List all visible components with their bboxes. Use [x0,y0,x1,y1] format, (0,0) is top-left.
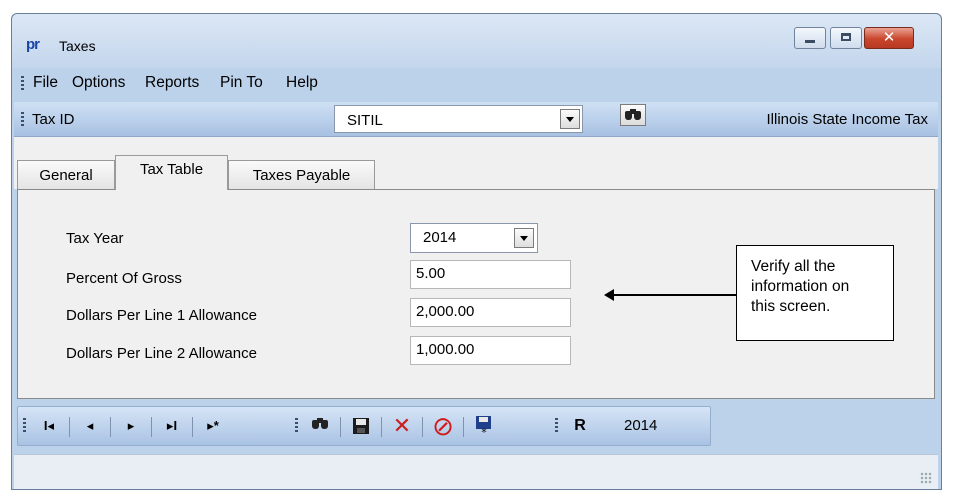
menu-file[interactable]: File [33,74,58,92]
next-record-button[interactable]: ▸ [117,413,145,439]
percent-of-gross-label: Percent Of Gross [66,270,182,287]
tax-id-grip-icon[interactable] [21,112,24,128]
tax-id-select[interactable]: SITIL [334,105,583,133]
resize-grip-icon[interactable] [920,472,932,484]
toolbar-divider [340,417,341,437]
tax-year-select[interactable]: 2014 [410,223,538,253]
binoculars-icon [625,109,641,121]
report-button[interactable]: R [566,413,594,439]
record-toolbar: I◂ ◂ ▸ ▸I ▸* ✕ ⊘ * R 2014 [17,406,711,446]
callout-note: Verify all the information on this scree… [736,245,894,341]
menu-help[interactable]: Help [286,74,318,92]
chevron-down-icon [566,117,574,122]
percent-of-gross-field[interactable]: 5.00 [410,260,571,289]
minimize-button[interactable] [794,27,826,49]
taxes-window: pr Taxes ✕ File Options Reports Pin To H… [11,13,942,490]
tab-tax-table[interactable]: Tax Table [115,155,228,190]
previous-record-button[interactable]: ◂ [76,413,104,439]
binoculars-icon [312,418,328,430]
toolbar-grip-icon[interactable] [555,418,558,434]
menu-bar: File Options Reports Pin To Help [12,69,941,98]
first-record-button[interactable]: I◂ [35,413,63,439]
tab-taxes-payable[interactable]: Taxes Payable [228,160,375,189]
toolbar-grip-icon[interactable] [23,418,26,434]
save-new-icon: * [476,416,491,439]
toolbar-divider [381,417,382,437]
find-button[interactable] [306,413,334,439]
tax-id-description: Illinois State Income Tax [766,111,928,128]
line2-allowance-label: Dollars Per Line 2 Allowance [66,345,257,362]
toolbar-divider [69,417,70,437]
line2-allowance-field[interactable]: 1,000.00 [410,336,571,365]
menu-grip-icon[interactable] [21,76,24,92]
tax-id-bar: Tax ID SITIL Illinois State Income Tax [14,102,938,137]
chevron-down-icon [520,236,528,241]
callout-line-1: Verify all the [751,258,836,275]
tax-id-value: SITIL [347,112,383,129]
callout-arrow-line [610,294,736,296]
last-record-button[interactable]: ▸I [158,413,186,439]
title-bar[interactable]: pr Taxes ✕ [12,14,941,68]
callout-line-3: this screen. [751,298,831,315]
line1-allowance-label: Dollars Per Line 1 Allowance [66,307,257,324]
menu-reports[interactable]: Reports [145,74,199,92]
save-button[interactable] [347,413,375,439]
toolbar-grip-icon[interactable] [295,418,298,434]
save-and-new-button[interactable]: * [470,413,498,439]
save-icon [353,418,369,434]
tax-year-value: 2014 [423,229,457,246]
delete-button[interactable]: ✕ [388,413,416,439]
svg-text:*: * [481,426,487,437]
menu-options[interactable]: Options [72,74,125,92]
status-bar [14,454,938,489]
tax-id-dropdown-button[interactable] [560,109,580,129]
cancel-button[interactable]: ⊘ [429,413,457,439]
toolbar-year: 2014 [624,417,658,434]
tax-year-dropdown-button[interactable] [514,228,534,248]
toolbar-divider [110,417,111,437]
line1-allowance-field[interactable]: 2,000.00 [410,298,571,327]
navigation-toolbar: I◂ ◂ ▸ ▸I ▸* ✕ ⊘ * R 2014 [14,404,938,448]
toolbar-divider [192,417,193,437]
tab-strip: General Tax Table Taxes Payable [14,137,938,190]
app-icon: pr [26,36,40,53]
new-record-button[interactable]: ▸* [199,413,227,439]
toolbar-divider [463,417,464,437]
toolbar-divider [151,417,152,437]
callout-line-2: information on [751,278,850,295]
tab-general[interactable]: General [17,160,115,189]
tax-year-label: Tax Year [66,230,124,247]
close-button[interactable]: ✕ [864,27,914,49]
tax-id-lookup-button[interactable] [620,104,646,126]
close-icon: ✕ [882,28,896,46]
tax-id-label: Tax ID [32,111,75,128]
menu-pin-to[interactable]: Pin To [220,74,263,92]
window-title: Taxes [59,38,96,54]
maximize-icon [841,33,851,41]
tax-table-panel: Tax Year 2014 Percent Of Gross 5.00 Doll… [17,189,935,399]
minimize-icon [805,40,815,43]
maximize-button[interactable] [830,27,862,49]
toolbar-divider [422,417,423,437]
